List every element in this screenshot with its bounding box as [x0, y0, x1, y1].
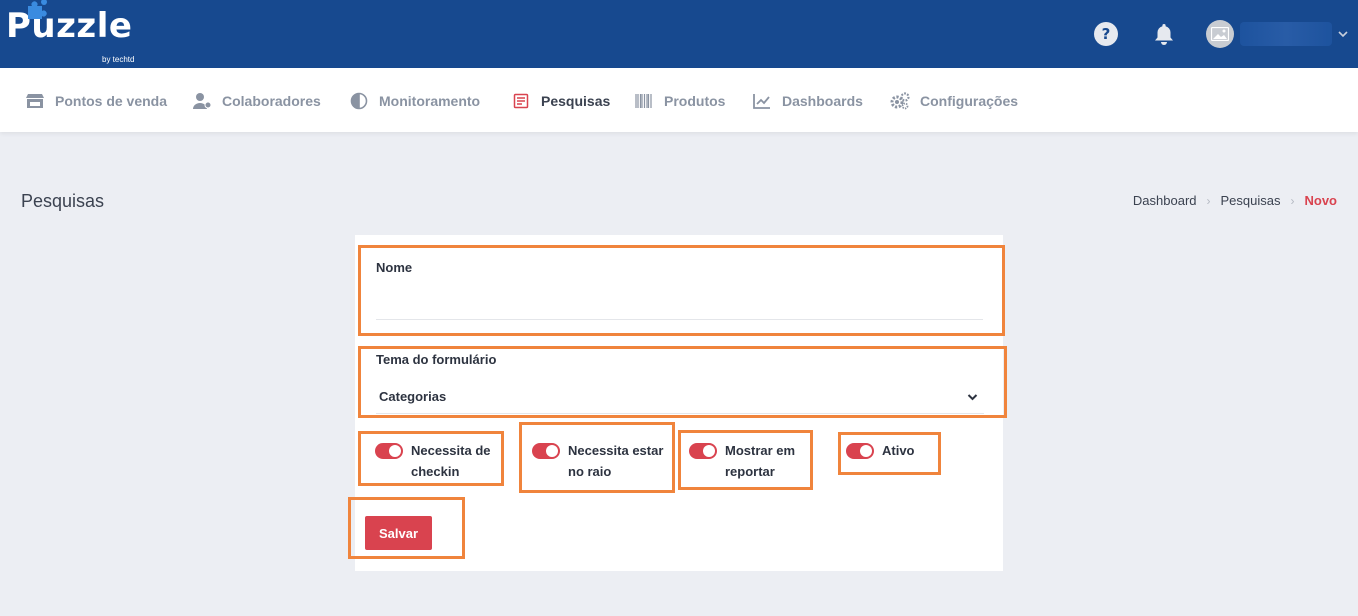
- chevron-right-icon: ›: [1206, 193, 1211, 208]
- nav-label: Dashboards: [782, 93, 863, 109]
- barcode-icon: [634, 92, 654, 110]
- toggle-label: Necessita estar no raio: [568, 443, 664, 479]
- breadcrumb-current: Novo: [1304, 193, 1338, 208]
- bell-icon[interactable]: [1150, 20, 1178, 48]
- user-avatar[interactable]: [1206, 20, 1234, 48]
- logo-subtitle: by techtd: [102, 55, 135, 64]
- nav-label: Produtos: [664, 93, 726, 109]
- nav-item-colaboradores[interactable]: Colaboradores: [192, 92, 321, 110]
- breadcrumb-dashboard[interactable]: Dashboard: [1133, 193, 1197, 208]
- toggle-label: Ativo: [882, 443, 915, 458]
- page-title: Pesquisas: [21, 191, 105, 211]
- top-header: Puzzle by techtd ?: [0, 0, 1358, 68]
- puzzle-piece-icon: [28, 0, 47, 19]
- toggle-necessita-raio: Necessita estar no raio: [532, 443, 663, 482]
- theme-select[interactable]: Categorias: [376, 380, 984, 414]
- toggle-switch[interactable]: [846, 443, 874, 459]
- nav-label: Configurações: [920, 93, 1019, 109]
- breadcrumb-pesquisas[interactable]: Pesquisas: [1221, 193, 1281, 208]
- name-label: Nome: [376, 260, 413, 275]
- nav-label: Colaboradores: [222, 93, 321, 109]
- theme-label: Tema do formulário: [376, 352, 497, 367]
- store-icon: [25, 92, 45, 110]
- nav-item-dashboards[interactable]: Dashboards: [752, 92, 863, 110]
- toggle-switch[interactable]: [532, 443, 560, 459]
- nav-item-produtos[interactable]: Produtos: [634, 92, 725, 110]
- nav-label: Pesquisas: [541, 93, 611, 109]
- user-name-redacted[interactable]: [1240, 22, 1332, 46]
- svg-text:?: ?: [1102, 25, 1111, 43]
- toggle-necessita-checkin: Necessita de checkin: [375, 443, 491, 482]
- user-gear-icon: [192, 92, 212, 110]
- header-actions: ?: [1092, 20, 1348, 48]
- nav-item-pontos-de-venda[interactable]: Pontos de venda: [25, 92, 167, 110]
- chevron-right-icon: ›: [1290, 193, 1295, 208]
- gears-icon: [890, 92, 910, 110]
- toggle-label: Mostrar em reportar: [725, 443, 796, 479]
- image-placeholder-icon: [1211, 27, 1229, 41]
- toggle-switch[interactable]: [375, 443, 403, 459]
- toggle-label: Necessita de checkin: [411, 443, 491, 479]
- toggle-switch[interactable]: [689, 443, 717, 459]
- survey-icon: [511, 92, 531, 110]
- chevron-down-icon: [967, 393, 978, 400]
- help-icon[interactable]: ?: [1092, 20, 1120, 48]
- nav-label: Monitoramento: [379, 93, 481, 109]
- chart-line-icon: [752, 92, 772, 110]
- main-nav: Pontos de venda Colaboradores Monitorame…: [0, 68, 1358, 132]
- nav-label: Pontos de venda: [55, 93, 168, 109]
- nav-item-configuracoes[interactable]: Configurações: [890, 92, 1018, 110]
- app-logo[interactable]: Puzzle by techtd: [6, 0, 134, 64]
- name-input[interactable]: [376, 284, 983, 320]
- breadcrumb: Dashboard › Pesquisas › Novo: [1133, 193, 1337, 208]
- compass-icon: [349, 92, 369, 110]
- toggle-ativo: Ativo: [846, 443, 915, 461]
- toggle-mostrar-reportar: Mostrar em reportar: [689, 443, 795, 482]
- nav-item-monitoramento[interactable]: Monitoramento: [349, 92, 480, 110]
- theme-select-value: Categorias: [379, 389, 447, 404]
- chevron-down-icon[interactable]: [1338, 30, 1348, 38]
- save-button[interactable]: Salvar: [365, 516, 432, 550]
- nav-item-pesquisas[interactable]: Pesquisas: [511, 92, 610, 110]
